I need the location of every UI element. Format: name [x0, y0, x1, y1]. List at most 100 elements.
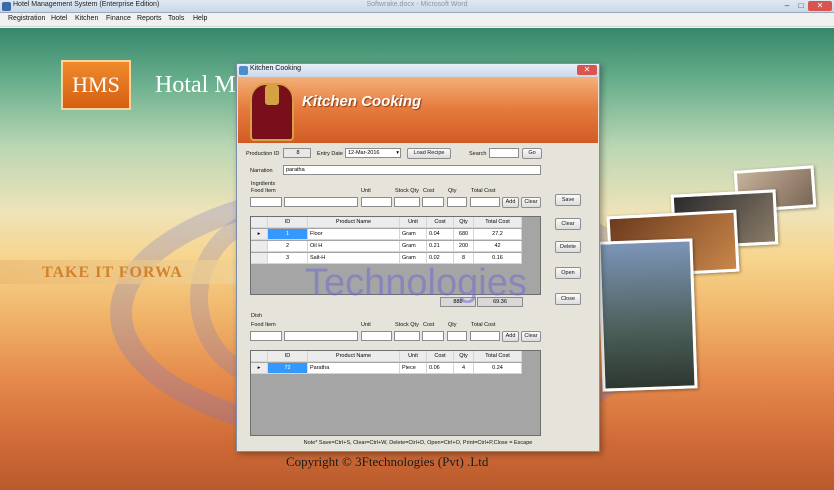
cell-qty[interactable]: 4 — [454, 363, 474, 374]
menu-finance[interactable]: Finance — [106, 15, 131, 22]
column-header[interactable]: Qty — [454, 351, 474, 362]
cell-id[interactable]: 3 — [268, 253, 308, 264]
dish-grid[interactable]: ID Product Name Unit Cost Qty Total Cost… — [250, 350, 541, 436]
hms-logo: HMS — [61, 60, 131, 110]
column-header[interactable]: ID — [268, 351, 308, 362]
dish-id-input[interactable] — [250, 331, 282, 341]
column-header[interactable]: Cost — [427, 217, 454, 228]
current-row-arrow-icon: ▸ — [251, 229, 268, 240]
current-row-arrow-icon: ▸ — [251, 363, 268, 374]
food-item-input[interactable] — [284, 197, 358, 207]
cell-id[interactable]: 72 — [268, 363, 308, 374]
dish-total-cost-input[interactable] — [470, 331, 500, 341]
cell-total-cost[interactable]: 0.24 — [474, 363, 522, 374]
cell-qty[interactable]: 200 — [454, 241, 474, 252]
ingredients-label: Ingrdients — [251, 181, 276, 187]
menu-registration[interactable]: Registration — [8, 15, 45, 22]
column-header[interactable]: Total Cost — [474, 351, 522, 362]
column-header[interactable]: Unit — [400, 217, 427, 228]
table-row[interactable]: ▸ 72 Paratha Piece 0.06 4 0.24 — [251, 363, 522, 374]
cell-cost[interactable]: 0.04 — [427, 229, 454, 240]
column-header[interactable]: Unit — [400, 351, 427, 362]
qty-label: Qty — [448, 188, 457, 194]
table-row[interactable]: 2 Oil H Gram 0.21 200 42 — [251, 241, 522, 252]
cell-total-cost[interactable]: 27.2 — [474, 229, 522, 240]
close-window-button[interactable]: ✕ — [808, 1, 832, 11]
cell-id[interactable]: 1 — [268, 229, 308, 240]
entry-date-field[interactable]: 12-Mar-2016 ▾ — [345, 148, 401, 158]
cell-cost[interactable]: 0.21 — [427, 241, 454, 252]
delete-button[interactable]: Delete — [555, 241, 581, 253]
dialog-title: Kitchen Cooking — [250, 65, 301, 72]
cell-cost[interactable]: 0.06 — [427, 363, 454, 374]
entry-date-value: 12-Mar-2016 — [348, 150, 380, 156]
narration-field[interactable]: paratha — [283, 165, 541, 175]
menu-kitchen[interactable]: Kitchen — [75, 15, 98, 22]
cost-input[interactable] — [422, 197, 444, 207]
dish-item-input[interactable] — [284, 331, 358, 341]
menu-hotel[interactable]: Hotel — [51, 15, 67, 22]
total-cost-input[interactable] — [470, 197, 500, 207]
cell-product-name[interactable]: Floor — [308, 229, 400, 240]
menu-tools[interactable]: Tools — [168, 15, 184, 22]
dialog-banner: Kitchen Cooking — [238, 77, 598, 143]
column-header[interactable]: ID — [268, 217, 308, 228]
dialog-title-bar: Kitchen Cooking ✕ — [237, 64, 599, 77]
column-header[interactable]: Product Name — [308, 217, 400, 228]
add-ingredient-button[interactable]: Add — [502, 197, 519, 208]
minimize-button[interactable]: – — [780, 1, 794, 11]
open-button[interactable]: Open — [555, 267, 581, 279]
production-id-label: Production ID — [246, 151, 280, 157]
cell-product-name[interactable]: Oil H — [308, 241, 400, 252]
cell-qty[interactable]: 680 — [454, 229, 474, 240]
search-label: Search — [469, 151, 487, 157]
stock-qty-input[interactable] — [394, 197, 420, 207]
cell-id[interactable]: 2 — [268, 241, 308, 252]
qty-input[interactable] — [447, 197, 467, 207]
cell-unit[interactable]: Piece — [400, 363, 427, 374]
dish-unit-input[interactable] — [361, 331, 392, 341]
clear-button[interactable]: Clear — [555, 218, 581, 230]
dish-cost-label: Cost — [423, 322, 435, 328]
menu-reports[interactable]: Reports — [137, 15, 162, 22]
production-id-field[interactable]: 8 — [283, 148, 311, 158]
maximize-button[interactable]: □ — [794, 1, 808, 11]
go-button[interactable]: Go — [522, 148, 542, 159]
narration-label: Narration — [250, 168, 273, 174]
column-header[interactable]: Qty — [454, 217, 474, 228]
dish-qty-input[interactable] — [447, 331, 467, 341]
clear-ingredient-button[interactable]: Clear — [521, 197, 541, 208]
shortcut-note: Note* Save=Ctrl+S, Clear=Ctrl+W, Delete=… — [303, 440, 533, 446]
food-item-id-input[interactable] — [250, 197, 282, 207]
row-header — [251, 253, 268, 264]
background-window-title: Softwrake.docx - Microsoft Word — [366, 1, 468, 8]
clear-dish-button[interactable]: Clear — [521, 331, 541, 342]
chef-jacket-icon — [250, 83, 294, 141]
table-row[interactable]: ▸ 1 Floor Gram 0.04 680 27.2 — [251, 229, 522, 240]
slogan-text: TAKE IT FORWA — [42, 264, 183, 281]
cell-unit[interactable]: Gram — [400, 229, 427, 240]
dish-cost-input[interactable] — [422, 331, 444, 341]
dialog-close-button[interactable]: ✕ — [577, 65, 597, 75]
close-button[interactable]: Close — [555, 293, 581, 305]
calendar-dropdown-icon[interactable]: ▾ — [396, 149, 399, 157]
menu-bar: Registration Hotel Kitchen Finance Repor… — [0, 13, 834, 27]
unit-input[interactable] — [361, 197, 392, 207]
cell-unit[interactable]: Gram — [400, 241, 427, 252]
load-recipe-button[interactable]: Load Recipe — [407, 148, 451, 159]
dish-stock-qty-input[interactable] — [394, 331, 420, 341]
column-header[interactable]: Total Cost — [474, 217, 522, 228]
window-title-bar: Hotel Management System (Enterprise Edit… — [0, 0, 834, 13]
ingredients-grid-header: ID Product Name Unit Cost Qty Total Cost — [251, 217, 522, 228]
food-item-label: Food Item — [251, 188, 276, 194]
search-input[interactable] — [489, 148, 519, 158]
menu-help[interactable]: Help — [193, 15, 207, 22]
save-button[interactable]: Save — [555, 194, 581, 206]
column-header[interactable]: Product Name — [308, 351, 400, 362]
column-header[interactable]: Cost — [427, 351, 454, 362]
cell-product-name[interactable]: Paratha — [308, 363, 400, 374]
entry-date-label: Entry Date — [317, 151, 343, 157]
add-dish-button[interactable]: Add — [502, 331, 519, 342]
cell-total-cost[interactable]: 42 — [474, 241, 522, 252]
kitchen-cooking-dialog: Kitchen Cooking ✕ Kitchen Cooking Produc… — [236, 63, 600, 452]
